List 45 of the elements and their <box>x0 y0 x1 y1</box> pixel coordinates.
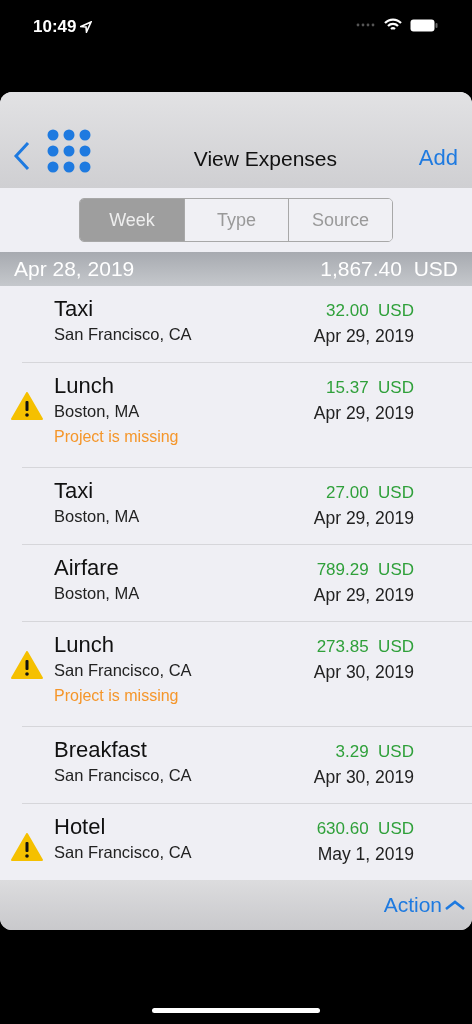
location-arrow-icon <box>80 20 93 33</box>
grid-icon[interactable] <box>46 128 92 174</box>
action-button[interactable]: Action <box>383 889 466 921</box>
expense-date: Apr 30, 2019 <box>312 766 414 789</box>
wifi-icon <box>384 18 402 32</box>
expense-date: Apr 29, 2019 <box>312 507 414 530</box>
expense-location: Boston, MA <box>54 583 141 604</box>
expense-amount: 27.00 USD <box>325 482 414 504</box>
segment-tab[interactable]: Source <box>288 199 392 241</box>
segment-tab[interactable]: Week <box>80 199 184 241</box>
chevron-up-icon <box>444 899 466 911</box>
expense-amount: 15.37 USD <box>325 377 414 399</box>
expense-amount: 789.29 USD <box>315 559 414 581</box>
expense-date: Apr 29, 2019 <box>312 584 414 607</box>
expense-location: San Francisco, CA <box>54 765 193 786</box>
missing-warning-text: Project is missing <box>54 686 180 706</box>
expense-location: San Francisco, CA <box>54 842 193 863</box>
expense-location: Boston, MA <box>54 506 141 527</box>
expense-title: Lunch <box>54 632 115 658</box>
expense-title: Taxi <box>54 478 95 504</box>
signal-icon <box>356 23 376 27</box>
expense-location: San Francisco, CA <box>54 660 193 681</box>
status-time: 10:49 <box>33 16 77 38</box>
expense-date: Apr 29, 2019 <box>312 325 414 348</box>
expense-location: Boston, MA <box>54 401 141 422</box>
expense-date: Apr 29, 2019 <box>312 402 414 425</box>
missing-warning-text: Project is missing <box>54 427 180 447</box>
section-total: 1,867.40 USD <box>320 256 458 283</box>
back-icon[interactable] <box>12 140 32 172</box>
expense-amount: 3.29 USD <box>334 741 414 763</box>
expense-date: May 1, 2019 <box>316 843 414 866</box>
battery-icon <box>410 18 438 32</box>
expense-title: Airfare <box>54 555 120 581</box>
screen-title: View Expenses <box>192 145 338 172</box>
section-date: Apr 28, 2019 <box>14 256 135 283</box>
expense-amount: 630.60 USD <box>315 818 414 840</box>
expense-title: Taxi <box>54 296 95 322</box>
expense-title: Hotel <box>54 814 107 840</box>
expense-amount: 32.00 USD <box>325 300 414 322</box>
expense-location: San Francisco, CA <box>54 324 193 345</box>
expense-title: Breakfast <box>54 737 148 763</box>
expense-amount: 273.85 USD <box>315 636 414 658</box>
expense-title: Lunch <box>54 373 115 399</box>
add-button[interactable]: Add <box>418 141 458 174</box>
expense-date: Apr 30, 2019 <box>312 661 414 684</box>
